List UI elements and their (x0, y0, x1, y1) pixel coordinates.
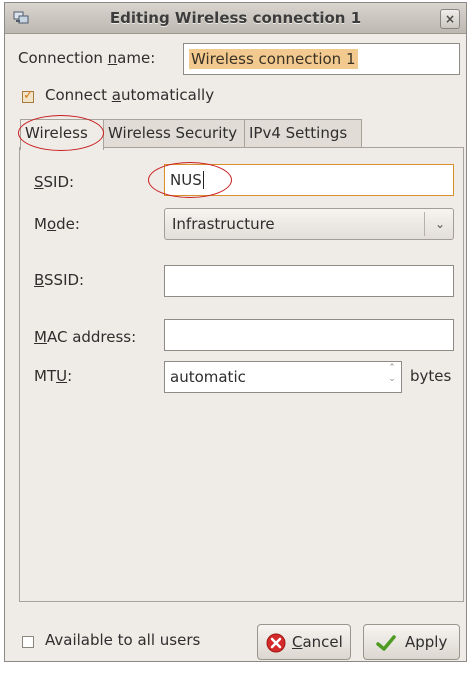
tab-wireless[interactable]: Wireless (20, 119, 104, 150)
mtu-unit-label: bytes (410, 367, 452, 385)
combo-separator (424, 212, 425, 236)
cancel-button[interactable]: Cancel (257, 624, 351, 660)
mtu-label: MTU: (34, 367, 73, 385)
checkmark-icon (376, 635, 396, 651)
connect-automatically-label[interactable]: Connect automatically (45, 86, 214, 104)
ssid-input[interactable]: NUS (164, 164, 454, 196)
spin-up-icon[interactable]: ⌃ (384, 363, 400, 374)
network-connection-icon (13, 11, 29, 24)
close-icon[interactable]: × (440, 9, 460, 29)
connection-name-field[interactable]: Wireless connection 1 (183, 43, 460, 75)
apply-label: Apply (405, 633, 448, 651)
connection-name-label: Connection name: (18, 49, 156, 67)
bssid-input[interactable] (164, 265, 454, 297)
window-title: Editing Wireless connection 1 (109, 9, 362, 27)
mode-select[interactable]: Infrastructure ⌄ (164, 208, 454, 240)
cancel-icon (266, 633, 286, 653)
connection-name-value: Wireless connection 1 (189, 49, 358, 69)
ssid-label: SSID: (34, 173, 75, 191)
available-to-all-users-label[interactable]: Available to all users (45, 631, 200, 649)
tab-wireless-security[interactable]: Wireless Security (103, 119, 245, 148)
mtu-spin-button[interactable]: ⌃ ⌄ (384, 363, 400, 392)
tab-ipv4-settings[interactable]: IPv4 Settings (244, 119, 362, 148)
mode-value: Infrastructure (172, 215, 275, 233)
title-bar[interactable]: Editing Wireless connection 1 × (5, 3, 466, 34)
chevron-down-icon: ⌄ (434, 217, 445, 231)
checkmark-icon: ✓ (23, 88, 34, 103)
mac-address-label: MAC address: (34, 328, 137, 346)
dialog-window: Editing Wireless connection 1 × Connecti… (4, 2, 467, 662)
mtu-input[interactable]: automatic (164, 361, 402, 393)
cancel-label: Cancel (292, 633, 343, 651)
available-to-all-users-checkbox[interactable] (22, 636, 34, 648)
apply-button[interactable]: Apply (363, 624, 460, 660)
connect-automatically-checkbox[interactable]: ✓ (22, 88, 34, 103)
bssid-label: BSSID: (34, 271, 85, 289)
ssid-value: NUS (170, 171, 202, 189)
mode-label: Mode: (34, 215, 80, 233)
mac-address-input[interactable] (164, 319, 454, 351)
spin-down-icon[interactable]: ⌄ (384, 374, 400, 385)
text-cursor (202, 171, 204, 189)
